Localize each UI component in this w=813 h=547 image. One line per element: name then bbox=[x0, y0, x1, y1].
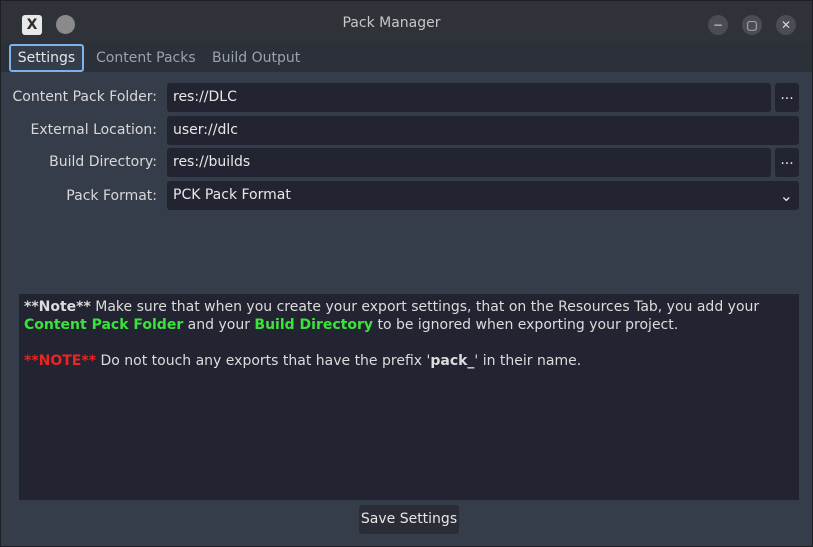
maximize-icon[interactable]: ▢ bbox=[742, 15, 762, 35]
close-icon[interactable]: ✕ bbox=[776, 15, 796, 35]
note-text: Do not touch any exports that have the p… bbox=[96, 353, 431, 369]
build-directory-label: Build Directory: bbox=[49, 154, 157, 170]
content-pack-folder-browse-button[interactable]: ... bbox=[775, 83, 799, 112]
note-prefix: **Note** bbox=[24, 299, 91, 315]
note-panel: **Note** Make sure that when you create … bbox=[19, 294, 799, 500]
tab-content-packs[interactable]: Content Packs bbox=[96, 44, 196, 72]
note-text: Make sure that when you create your expo… bbox=[90, 299, 760, 315]
note-paragraph-2: **NOTE** Do not touch any exports that h… bbox=[24, 352, 794, 370]
tab-settings[interactable]: Settings bbox=[9, 44, 84, 72]
build-directory-browse-button[interactable]: ... bbox=[775, 148, 799, 177]
content-pack-folder-highlight: Content Pack Folder bbox=[24, 317, 184, 333]
note-paragraph-1: **Note** Make sure that when you create … bbox=[24, 298, 794, 334]
tab-bar: Settings Content Packs Build Output bbox=[1, 42, 812, 72]
pack-format-value: PCK Pack Format bbox=[173, 187, 291, 203]
pack-manager-window: X Pack Manager − ▢ ✕ Settings Content Pa… bbox=[0, 0, 813, 547]
build-directory-highlight: Build Directory bbox=[254, 317, 373, 333]
minimize-icon[interactable]: − bbox=[708, 15, 728, 35]
tab-settings-label: Settings bbox=[17, 50, 76, 66]
external-location-input[interactable]: user://dlc bbox=[167, 116, 799, 145]
external-location-label: External Location: bbox=[30, 122, 157, 138]
note-text: to be ignored when exporting your projec… bbox=[373, 317, 679, 333]
note-spacer bbox=[24, 334, 794, 352]
tab-content-packs-label: Content Packs bbox=[96, 50, 196, 66]
pack-format-label: Pack Format: bbox=[66, 188, 157, 204]
tab-build-output[interactable]: Build Output bbox=[212, 44, 300, 72]
pack-prefix: pack_ bbox=[430, 353, 475, 369]
content-pack-folder-input[interactable]: res://DLC bbox=[167, 83, 771, 112]
tab-build-output-label: Build Output bbox=[212, 50, 301, 66]
note-text: and your bbox=[183, 317, 255, 333]
build-directory-input[interactable]: res://builds bbox=[167, 148, 771, 177]
title-bar: X Pack Manager − ▢ ✕ bbox=[1, 1, 812, 46]
pack-format-select[interactable]: PCK Pack Format ⌄ bbox=[167, 181, 799, 210]
save-settings-button[interactable]: Save Settings bbox=[359, 505, 459, 534]
content-pack-folder-label: Content Pack Folder: bbox=[12, 89, 157, 105]
warning-prefix: **NOTE** bbox=[24, 353, 97, 369]
chevron-down-icon: ⌄ bbox=[779, 186, 793, 205]
window-title: Pack Manager bbox=[342, 15, 441, 31]
note-text: ' in their name. bbox=[474, 353, 582, 369]
